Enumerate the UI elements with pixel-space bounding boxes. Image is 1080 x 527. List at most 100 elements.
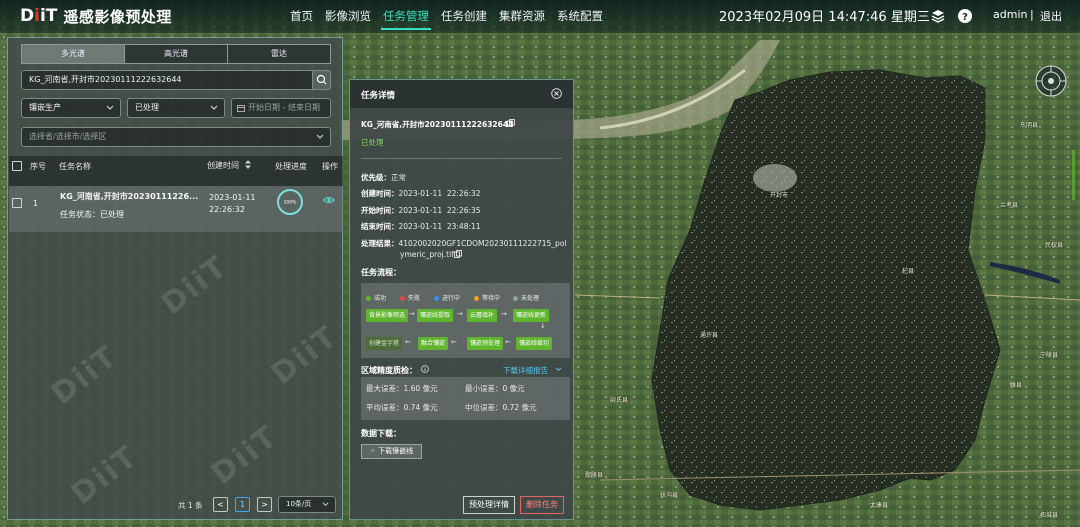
divider [361,158,562,159]
map-label: 开封市 [770,192,789,199]
map-label: 民权县 [1045,242,1064,249]
region-select-placeholder: 选择省/选择市/选择区 [29,132,107,141]
nav-task-manage[interactable]: 任务管理 [377,0,435,33]
search-button[interactable] [312,71,330,89]
next-page-button[interactable]: > [257,497,272,512]
production-select[interactable]: 镶嵌生产 [21,98,121,118]
priority-label: 优先级： [361,173,391,182]
preprocess-detail-button[interactable]: 预处理详情 [463,496,515,514]
step-seamline-extract[interactable]: 镶嵌线提取 [417,309,454,322]
row-checkbox[interactable] [12,198,22,208]
map-label: 太康县 [870,502,889,509]
pagination: 共 1 条 < 1 > 10条/页 [8,496,344,517]
waiting-dot [474,296,479,301]
qc-mean-value: 0.74 像元 [403,403,438,412]
qc-max: 最大误差：1.60 像元 [366,383,438,394]
map-label: 鄢陵县 [585,472,604,479]
table-row[interactable]: 1 KG_河南省,开封市20230111226... 任务状态：已处理 2023… [9,186,343,232]
download-seamline-button[interactable]: ⚭ 下载镶嵌线 [361,444,423,459]
qc-mean: 平均误差：0.74 像元 [366,402,438,413]
arrow-icon: ← [505,338,511,346]
detail-started: 开始时间：2023-01-11 22:26:35 [361,205,481,216]
row-task-name[interactable]: KG_河南省,开封市20230111226... [60,191,198,202]
started-label: 开始时间： [361,206,399,215]
pagination-total: 共 1 条 [178,501,203,510]
chevron-down-icon [106,105,114,110]
arrow-icon: → [409,310,415,318]
task-list-panel: 多光谱 高光谱 雷达 KG_河南省,开封市20230111222632644 镶… [7,37,345,520]
delete-task-button[interactable]: 删除任务 [520,496,564,514]
map-label: 兰考县 [1000,202,1019,209]
close-icon[interactable] [551,88,562,99]
detail-state: 已处理 [361,138,384,147]
row-status-label: 任务状态： [60,210,100,219]
eye-icon[interactable] [323,196,335,204]
nav-cluster-resource[interactable]: 集群资源 [493,0,551,33]
chevron-down-icon [210,105,218,110]
task-detail-panel: 任务详情 KG_河南省,开封市20230111222632644 已处理 优先级… [349,79,574,520]
sort-icon[interactable] [245,160,251,169]
col-name: 任务名称 [59,162,91,171]
failed-dot [400,296,405,301]
row-created-time: 22:26:32 [209,205,245,214]
prev-page-button[interactable]: < [213,497,228,512]
priority-value: 正常 [391,173,406,182]
help-icon[interactable]: ? [957,8,973,24]
arrow-icon: → [457,310,463,318]
info-icon[interactable] [421,365,429,373]
download-report-link[interactable]: 下载详细报告 [503,365,548,376]
region-select[interactable]: 选择省/选择市/选择区 [21,127,331,147]
page-number-button[interactable]: 1 [235,497,250,512]
watermark: DiiT [45,338,125,413]
copy-icon[interactable] [507,119,515,127]
step-background-filter[interactable]: 背景影像筛选 [366,309,409,322]
status-select[interactable]: 已处理 [127,98,225,118]
row-status: 任务状态：已处理 [60,209,124,220]
tab-hyperspectral[interactable]: 高光谱 [125,45,228,63]
watermark: DiiT [155,248,235,323]
step-cloud-fill[interactable]: 云層填补 [467,309,498,322]
sensor-tabs: 多光谱 高光谱 雷达 [21,44,331,64]
nav-system-config[interactable]: 系统配置 [551,0,609,33]
download-title: 数据下载： [361,429,401,438]
qc-min: 最小误差：0 像元 [465,383,525,394]
arrow-down-icon: ↓ [540,322,546,330]
qc-title: 区域精度质检： [361,366,417,375]
logout-link[interactable]: 退出 [1040,8,1062,24]
nav-image-browse[interactable]: 影像浏览 [319,0,377,33]
tab-multispectral[interactable]: 多光谱 [22,45,125,63]
main-nav: 首页 影像浏览 任务管理 任务创建 集群资源 系统配置 [284,0,609,33]
chevron-down-icon[interactable] [555,367,562,372]
tab-radar[interactable]: 雷达 [228,45,330,63]
user-name[interactable]: admin [993,8,1027,21]
layers-icon[interactable] [930,8,946,24]
step-mosaic-preprocess[interactable]: 镶嵌预处理 [467,337,504,350]
ended-value: 2023-01-11 23:48:11 [398,222,481,231]
ended-label: 结束时间： [361,222,399,231]
copy-icon[interactable] [454,250,462,258]
date-range-input[interactable]: 开始日期 - 结束日期 [231,98,331,118]
watermark: DiiT [265,318,345,393]
created-label: 创建时间： [361,189,399,198]
legend-pending-label: 未处理 [521,295,540,302]
nav-home[interactable]: 首页 [284,0,319,33]
legend-failed-label: 失败 [408,295,421,302]
qc-median-label: 中位误差： [465,403,503,412]
step-build-pyramid[interactable]: 创建金字塔 [366,337,403,350]
step-fusion-mosaic[interactable]: 融合镶嵌 [418,337,449,350]
map-label: 尉氏县 [610,397,629,404]
chevron-down-icon [322,502,329,507]
legend-waiting: 等待中 [474,293,500,302]
datetime-display: 2023年02月09日 14:47:46 星期三 [719,10,930,25]
map-label: 扶沟县 [660,492,679,499]
page-size-select[interactable]: 10条/页 [278,496,336,513]
search-input[interactable]: KG_河南省,开封市20230111222632644 [21,70,331,90]
chevron-down-icon [316,134,324,139]
compass-icon[interactable] [1034,64,1068,98]
step-seamline-cut[interactable]: 镶嵌线裁切 [516,337,553,350]
page-size-value: 10条/页 [286,500,312,508]
nav-task-create[interactable]: 任务创建 [435,0,493,33]
app-logo[interactable]: DiiT 遥感影像预处理 [20,6,172,26]
step-seamline-update[interactable]: 镶嵌线更新 [513,309,550,322]
select-all-checkbox[interactable] [12,161,22,171]
